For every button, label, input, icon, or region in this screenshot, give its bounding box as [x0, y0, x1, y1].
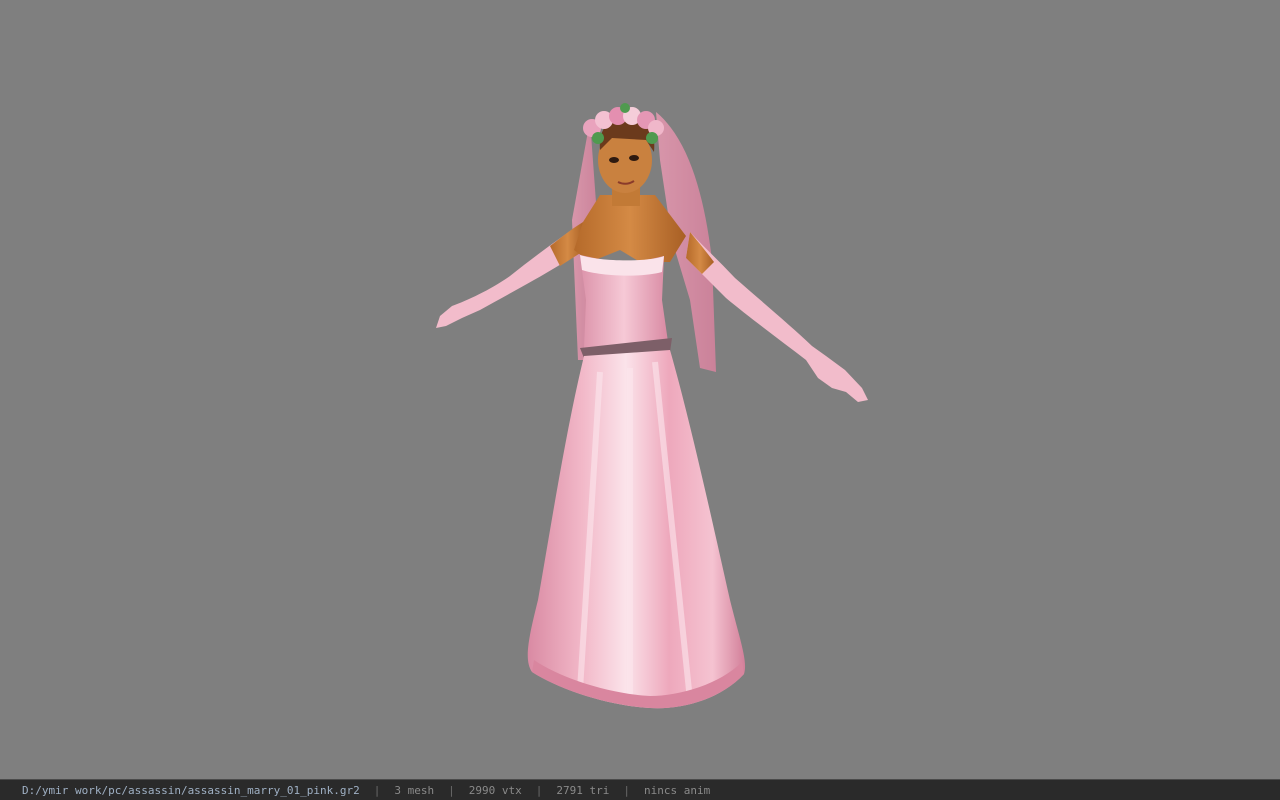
skirt [527, 350, 746, 709]
status-separator: | [448, 783, 455, 797]
status-vertex-count: 2990 vtx [468, 783, 522, 797]
status-separator: | [535, 783, 543, 797]
character-model [436, 103, 868, 709]
status-triangle-count: 2791 tri [556, 783, 610, 797]
status-separator: | [373, 783, 381, 797]
status-separator: | [623, 783, 630, 797]
status-bar: D:/ymir work/pc/assassin/assassin_marry_… [0, 779, 1280, 800]
3d-viewport[interactable] [0, 0, 1280, 779]
status-animation: nincs anim [643, 783, 711, 797]
status-file-path: D:/ymir work/pc/assassin/assassin_marry_… [22, 783, 360, 797]
status-mesh-count: 3 mesh [394, 783, 435, 797]
